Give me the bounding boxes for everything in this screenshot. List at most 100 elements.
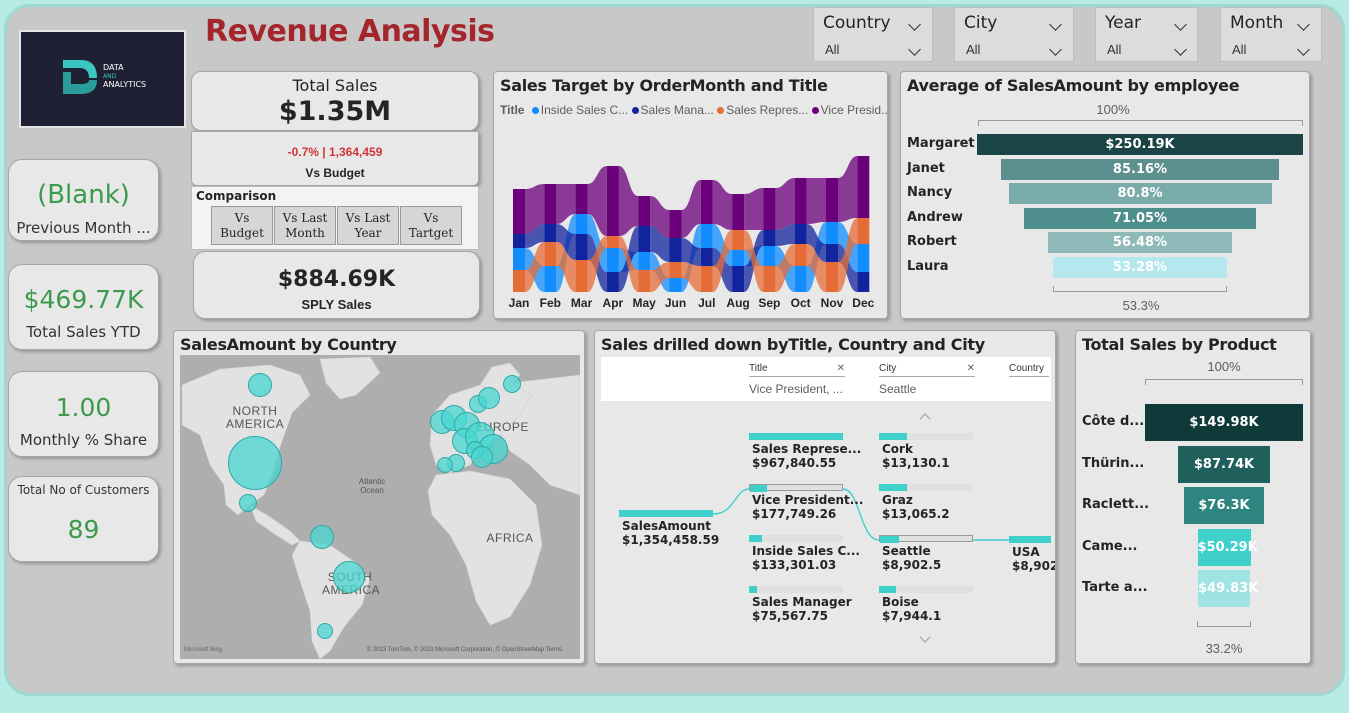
funnel-bar[interactable]: $149.98K	[1145, 404, 1303, 441]
ribbon-column-segment[interactable]	[513, 234, 525, 248]
chevron-down-icon[interactable]	[1049, 43, 1062, 56]
ribbon-column-segment[interactable]	[700, 266, 713, 292]
map-bubble[interactable]	[248, 373, 272, 397]
ribbon-column-segment[interactable]	[606, 236, 619, 248]
decomp-node-bar[interactable]	[749, 535, 843, 542]
ribbon-column-segment[interactable]	[794, 178, 807, 224]
ribbon-column-segment[interactable]	[794, 244, 807, 266]
map-bubble[interactable]	[310, 525, 334, 549]
funnel-bar[interactable]: $76.3K	[1184, 487, 1264, 524]
map-bubble[interactable]	[471, 446, 493, 468]
ribbon-column-segment[interactable]	[544, 242, 557, 266]
city-slicer[interactable]: City All	[954, 7, 1074, 62]
decomp-node-bar[interactable]	[1009, 536, 1051, 543]
funnel-bar[interactable]: 85.16%	[1001, 158, 1279, 180]
ribbon-column-segment[interactable]	[732, 230, 745, 250]
month-slicer-value[interactable]: All	[1232, 42, 1246, 57]
ribbon-column-segment[interactable]	[763, 230, 776, 246]
funnel-bar[interactable]: 80.8%	[1008, 183, 1272, 204]
ribbon-column-segment[interactable]	[669, 278, 682, 292]
ribbon-column-segment[interactable]	[826, 222, 838, 244]
chevron-down-icon[interactable]	[908, 18, 921, 31]
city-slicer-value[interactable]: All	[966, 42, 980, 57]
ribbon-column-segment[interactable]	[763, 266, 776, 292]
ribbon-column-segment[interactable]	[513, 270, 525, 292]
ribbon-band[interactable]	[806, 178, 826, 224]
decomp-node-bar[interactable]	[879, 484, 973, 491]
map-bubble[interactable]	[228, 436, 282, 490]
ribbon-column-segment[interactable]	[732, 194, 745, 230]
decomp-node-bar[interactable]	[879, 535, 973, 543]
ribbon-column-segment[interactable]	[857, 156, 870, 218]
decomp-node-bar[interactable]	[749, 484, 843, 492]
ribbon-column-segment[interactable]	[606, 248, 619, 272]
decomp-node-bar[interactable]	[879, 586, 973, 593]
ribbon-column-segment[interactable]	[826, 244, 838, 262]
decomp-node-label[interactable]: Inside Sales C... $133,301.03	[752, 544, 860, 572]
vs-last-month-button[interactable]: Vs Last Month	[274, 206, 336, 245]
map-bubble[interactable]	[503, 375, 521, 393]
map-bubble[interactable]	[437, 457, 453, 473]
decomp-node-bar[interactable]	[879, 433, 973, 440]
ribbon-column-segment[interactable]	[606, 166, 619, 236]
ribbon-column-segment[interactable]	[826, 262, 838, 292]
year-slicer[interactable]: Year All	[1095, 7, 1198, 62]
vs-last-year-button[interactable]: Vs Last Year	[337, 206, 399, 245]
month-slicer[interactable]: Month All	[1220, 7, 1322, 62]
decomp-node-label[interactable]: SalesAmount $1,354,458.59	[622, 519, 719, 547]
chevron-down-icon[interactable]	[908, 43, 921, 56]
ribbon-column-segment[interactable]	[794, 224, 807, 244]
vs-target-button[interactable]: Vs Tartget	[400, 206, 462, 245]
ribbon-column-segment[interactable]	[544, 224, 557, 242]
ribbon-column-segment[interactable]	[763, 188, 776, 230]
country-slicer-value[interactable]: All	[825, 42, 839, 57]
ribbon-column-segment[interactable]	[544, 266, 557, 292]
map-bubble[interactable]	[317, 623, 333, 639]
decomp-node-label[interactable]: Seattle $8,902.5	[882, 544, 941, 572]
funnel-bar[interactable]: $87.74K	[1178, 445, 1270, 483]
decomp-node-label[interactable]: Vice President... $177,749.26	[752, 493, 863, 521]
map-bubble[interactable]	[333, 561, 365, 593]
decomp-node-bar[interactable]	[749, 433, 843, 440]
decomp-node-label[interactable]: Sales Manager $75,567.75	[752, 595, 852, 623]
map-bubble[interactable]	[478, 387, 500, 409]
ribbon-column-segment[interactable]	[669, 238, 682, 262]
decomp-node-label[interactable]: Boise $7,944.1	[882, 595, 941, 623]
ribbon-column-segment[interactable]	[732, 266, 745, 292]
country-slicer[interactable]: Country All	[813, 7, 933, 62]
decomp-node-label[interactable]: Sales Represe... $967,840.55	[752, 442, 861, 470]
chevron-down-icon[interactable]	[1297, 18, 1310, 31]
ribbon-column-segment[interactable]	[575, 260, 588, 292]
ribbon-band[interactable]	[712, 180, 733, 230]
ribbon-column-segment[interactable]	[575, 184, 588, 214]
ribbon-column-segment[interactable]	[638, 226, 651, 252]
ribbon-column-segment[interactable]	[763, 246, 776, 266]
ribbon-column-segment[interactable]	[794, 266, 807, 292]
ribbon-column-segment[interactable]	[700, 224, 713, 248]
chevron-down-icon[interactable]	[1049, 18, 1062, 31]
ribbon-band[interactable]	[744, 188, 764, 230]
ribbon-column-segment[interactable]	[669, 262, 682, 278]
ribbon-column-segment[interactable]	[857, 272, 870, 292]
chevron-down-icon[interactable]	[1174, 43, 1187, 56]
ribbon-column-segment[interactable]	[857, 244, 870, 272]
ribbon-column-segment[interactable]	[513, 189, 525, 234]
ribbon-column-segment[interactable]	[638, 252, 651, 270]
decomp-node-label[interactable]: USA $8,902	[1012, 545, 1055, 573]
year-slicer-value[interactable]: All	[1107, 42, 1121, 57]
decomp-node-label[interactable]: Graz $13,065.2	[882, 493, 950, 521]
funnel-bar[interactable]: 53.28%	[1053, 256, 1227, 278]
ribbon-band[interactable]	[838, 156, 858, 222]
ribbon-column-segment[interactable]	[606, 272, 619, 292]
decomp-node-bar[interactable]	[619, 510, 713, 517]
funnel-bar[interactable]: $50.29K	[1197, 528, 1258, 566]
map-bubble[interactable]	[239, 494, 257, 512]
map-area[interactable]: NORTH AMERICA EUROPE Atlantic Ocean AFRI…	[180, 355, 580, 659]
ribbon-column-segment[interactable]	[638, 196, 651, 226]
funnel-bar[interactable]: 71.05%	[1024, 207, 1256, 229]
ribbon-column-segment[interactable]	[669, 210, 682, 238]
ribbon-column-segment[interactable]	[638, 270, 651, 292]
ribbon-column-segment[interactable]	[544, 184, 557, 224]
chevron-down-icon[interactable]	[1174, 18, 1187, 31]
decomp-node-label[interactable]: Cork $13,130.1	[882, 442, 950, 470]
